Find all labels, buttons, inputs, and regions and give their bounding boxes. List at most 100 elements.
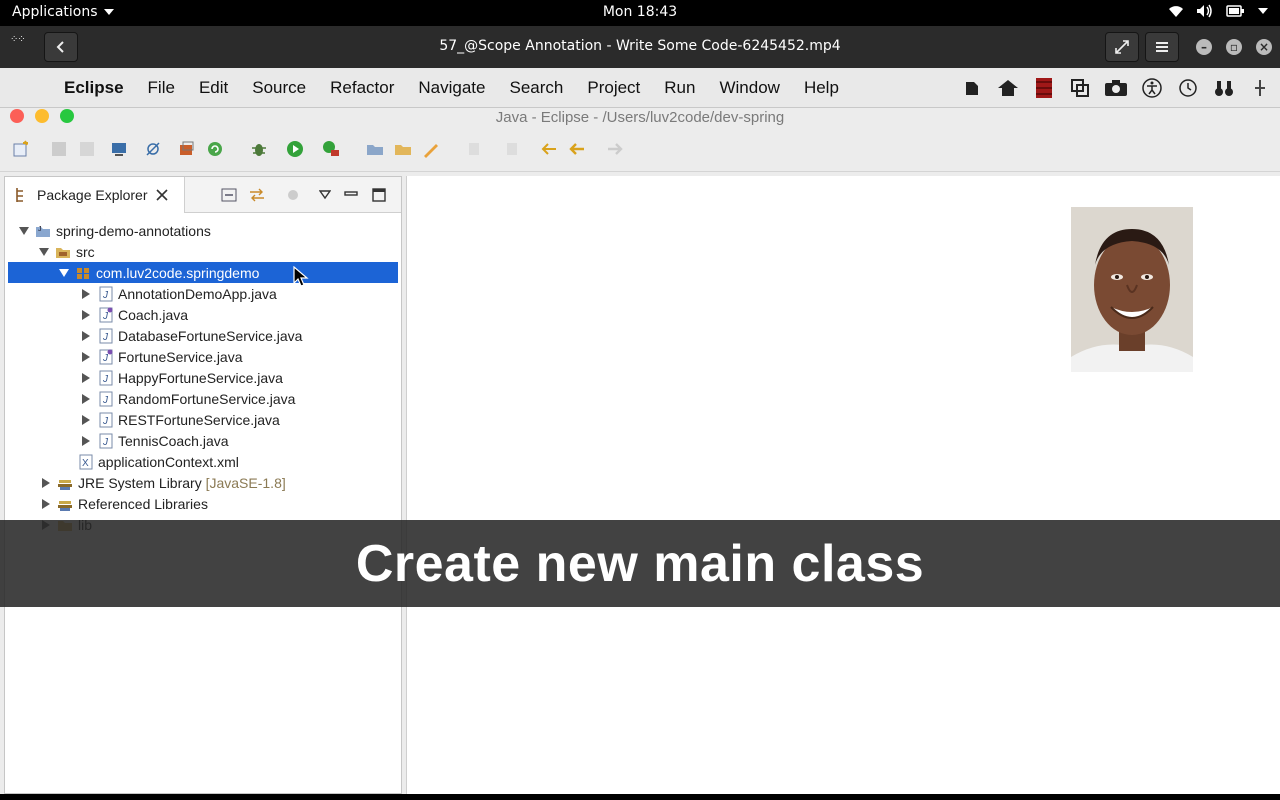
tree-item-databasefortuneservice[interactable]: J DatabaseFortuneService.java	[8, 325, 398, 346]
link-with-editor-icon[interactable]	[247, 185, 267, 205]
menu-source[interactable]: Source	[240, 78, 318, 98]
expanded-twisty-icon[interactable]	[19, 226, 29, 235]
open-type-icon[interactable]	[178, 140, 196, 158]
close-tab-icon[interactable]	[155, 189, 168, 201]
menu-run[interactable]: Run	[652, 78, 707, 98]
debug-icon[interactable]	[250, 140, 268, 158]
clock[interactable]: Mon 18:43	[603, 4, 677, 20]
java-class-icon: J	[99, 328, 113, 343]
tree-item-project[interactable]: J spring-demo-annotations	[8, 220, 398, 241]
maximize-view-icon[interactable]	[369, 185, 389, 205]
collapsed-twisty-icon[interactable]	[42, 498, 50, 509]
applications-menu[interactable]: Applications	[12, 4, 114, 20]
collapsed-twisty-icon[interactable]	[82, 372, 90, 383]
last-edit-icon[interactable]	[540, 140, 558, 158]
java-class-icon: J	[99, 433, 113, 448]
collapsed-twisty-icon[interactable]	[82, 435, 90, 446]
menu-window[interactable]: Window	[707, 78, 791, 98]
collapsed-twisty-icon[interactable]	[82, 351, 90, 362]
svg-text:J: J	[102, 332, 109, 343]
tab-package-explorer[interactable]: Package Explorer	[5, 177, 185, 213]
back-nav-icon[interactable]	[568, 140, 586, 158]
wifi-icon	[1169, 6, 1183, 17]
open-file-icon[interactable]	[394, 140, 412, 158]
new-icon[interactable]	[12, 140, 30, 158]
run-icon[interactable]	[286, 140, 304, 158]
copy-icon[interactable]	[1068, 77, 1092, 99]
fullscreen-button[interactable]	[1105, 32, 1139, 62]
refresh-icon[interactable]	[206, 140, 224, 158]
instructor-photo	[1071, 207, 1193, 372]
save-icon[interactable]	[50, 140, 68, 158]
tree-item-tenniscoach[interactable]: J TennisCoach.java	[8, 430, 398, 451]
tree-item-restfortuneservice[interactable]: J RESTFortuneService.java	[8, 409, 398, 430]
menu-edit[interactable]: Edit	[187, 78, 240, 98]
menu-help[interactable]: Help	[792, 78, 851, 98]
system-tray[interactable]	[1168, 4, 1268, 18]
expanded-twisty-icon[interactable]	[39, 247, 49, 256]
film-icon[interactable]	[1032, 77, 1056, 99]
collapsed-twisty-icon[interactable]	[82, 330, 90, 341]
collapsed-twisty-icon[interactable]	[82, 414, 90, 425]
tree-item-label: FortuneService.java	[118, 348, 243, 365]
menu-refactor[interactable]: Refactor	[318, 78, 406, 98]
next-annotation-icon[interactable]	[466, 140, 484, 158]
terminal-icon[interactable]	[110, 140, 128, 158]
time-machine-icon[interactable]	[1176, 77, 1200, 99]
collapse-all-icon[interactable]	[219, 185, 239, 205]
open-folder-icon[interactable]	[366, 140, 384, 158]
minimize-button[interactable]: –	[1196, 39, 1212, 55]
tree-item-referenced-libraries[interactable]: Referenced Libraries	[8, 493, 398, 514]
close-button[interactable]: ×	[1256, 39, 1272, 55]
tree-item-label: applicationContext.xml	[98, 453, 239, 470]
eclipse-titlebar: Java - Eclipse - /Users/luv2code/dev-spr…	[0, 108, 1280, 126]
tree-item-jre-library[interactable]: JRE System Library [JavaSE-1.8]	[8, 472, 398, 493]
evernote-icon[interactable]	[960, 77, 984, 99]
tree-item-annotationdemoapp[interactable]: J AnnotationDemoApp.java	[8, 283, 398, 304]
minimize-view-icon[interactable]	[341, 185, 361, 205]
collapsed-twisty-icon[interactable]	[82, 393, 90, 404]
package-explorer-view: Package Explorer J spring-demo-annotatio…	[4, 176, 402, 794]
tree-item-coach[interactable]: J Coach.java	[8, 304, 398, 325]
tree-item-randomfortuneservice[interactable]: J RandomFortuneService.java	[8, 388, 398, 409]
xml-file-icon: X	[79, 454, 93, 469]
minimize-icon: –	[1201, 40, 1207, 54]
focus-icon[interactable]	[283, 185, 303, 205]
tree-item-fortuneservice[interactable]: J FortuneService.java	[8, 346, 398, 367]
source-folder-icon	[56, 247, 70, 258]
more-icon[interactable]	[1248, 77, 1272, 99]
prev-annotation-icon[interactable]	[504, 140, 522, 158]
run-external-icon[interactable]	[322, 140, 340, 158]
marker-icon[interactable]	[422, 140, 440, 158]
camera-icon[interactable]	[1104, 77, 1128, 99]
java-class-icon: J	[99, 286, 113, 301]
chevron-down-icon	[103, 9, 114, 15]
tree-item-applicationcontext[interactable]: X applicationContext.xml	[8, 451, 398, 472]
menu-navigate[interactable]: Navigate	[406, 78, 497, 98]
menu-project[interactable]: Project	[575, 78, 652, 98]
menu-search[interactable]: Search	[497, 78, 575, 98]
collapsed-twisty-icon[interactable]	[82, 309, 90, 320]
collapsed-twisty-icon[interactable]	[82, 288, 90, 299]
close-icon: ×	[1258, 40, 1270, 54]
menu-file[interactable]: File	[136, 78, 187, 98]
video-caption: Create new main class	[0, 520, 1280, 607]
collapsed-twisty-icon[interactable]	[42, 477, 50, 488]
java-interface-icon: J	[99, 349, 113, 364]
skip-breakpoints-icon[interactable]	[144, 140, 162, 158]
home-icon[interactable]	[996, 77, 1020, 99]
forward-nav-icon[interactable]	[606, 140, 624, 158]
menu-button[interactable]	[1145, 32, 1179, 62]
view-menu-icon[interactable]	[315, 185, 335, 205]
maximize-button[interactable]: ▫	[1226, 39, 1242, 55]
expanded-twisty-icon[interactable]	[59, 268, 69, 277]
svg-text:J: J	[102, 374, 109, 385]
tree-item-happyfortuneservice[interactable]: J HappyFortuneService.java	[8, 367, 398, 388]
accessibility-icon[interactable]	[1140, 77, 1164, 99]
tree-item-src[interactable]: src	[8, 241, 398, 262]
tree-item-decoration: [JavaSE-1.8]	[205, 474, 286, 491]
save-all-icon[interactable]	[78, 140, 96, 158]
menu-app-eclipse[interactable]: Eclipse	[52, 78, 136, 98]
tree-item-package[interactable]: com.luv2code.springdemo	[8, 262, 398, 283]
binoculars-icon[interactable]	[1212, 77, 1236, 99]
